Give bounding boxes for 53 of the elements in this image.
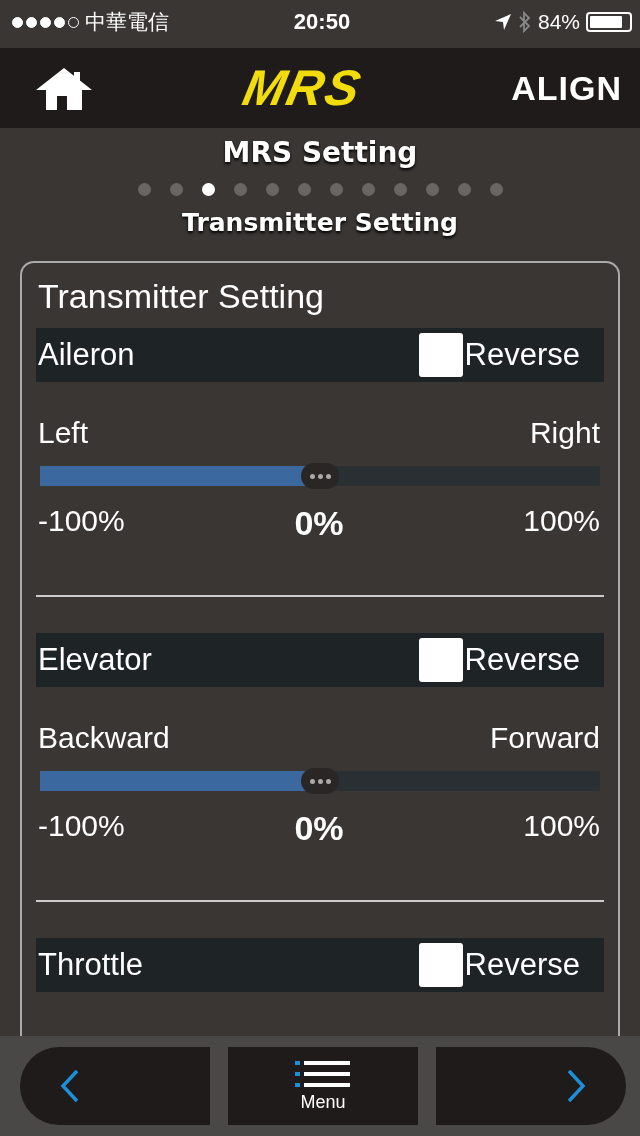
range-start-label: Backward [38,721,170,755]
status-time: 20:50 [293,9,351,35]
page-dot[interactable] [233,183,247,196]
page-dot[interactable] [201,183,215,196]
reverse-checkbox[interactable] [418,638,463,682]
current-value: 0% [294,504,344,543]
list-icon [295,1059,351,1088]
range-end-label: Right [529,416,600,450]
chevron-left-icon [60,1069,80,1103]
current-value: 0% [294,809,344,848]
reverse-label: Reverse [464,337,580,373]
channel-name: Elevator [38,642,152,678]
screen-title: MRS Setting [221,136,419,169]
carrier-name: 中華電信 [85,9,169,35]
slider-track[interactable] [40,466,600,486]
page-dot[interactable] [361,183,375,196]
page-dot[interactable] [457,183,471,196]
app-logo: MRS [237,59,368,117]
page-subtitle: Transmitter Setting [181,208,459,237]
max-value: 100% [522,809,600,844]
page-dot[interactable] [265,183,279,196]
slider-thumb[interactable] [301,768,339,794]
reverse-label: Reverse [464,947,580,983]
page-dot[interactable] [297,183,311,196]
reverse-label: Reverse [464,642,580,678]
menu-button[interactable]: Menu [228,1047,418,1125]
range-start-label: Left [38,416,89,450]
reverse-checkbox[interactable] [418,333,463,377]
brand-logo: ALIGN [511,68,622,108]
min-value: -100% [38,809,126,844]
back-button[interactable] [20,1047,210,1125]
page-dot[interactable] [489,183,503,196]
page-dot[interactable] [393,183,407,196]
page-dot[interactable] [169,183,183,196]
min-value: -100% [38,504,126,539]
range-end-label: Forward [489,721,600,755]
channel-name: Throttle [38,947,144,983]
card-title: Transmitter Setting [37,276,325,317]
battery-percent: 84% [537,10,580,34]
page-dot[interactable] [425,183,439,196]
home-icon[interactable] [34,66,94,110]
battery-icon [586,12,632,32]
reverse-checkbox[interactable] [418,943,463,987]
forward-button[interactable] [436,1047,626,1125]
channel-name: Aileron [38,337,135,373]
slider-track[interactable] [40,771,600,791]
page-dot[interactable] [329,183,343,196]
location-arrow-icon [493,13,512,31]
page-dot[interactable] [137,183,151,196]
slider-thumb[interactable] [301,463,339,489]
chevron-right-icon [566,1069,586,1103]
max-value: 100% [522,504,600,539]
bluetooth-icon [517,11,532,33]
